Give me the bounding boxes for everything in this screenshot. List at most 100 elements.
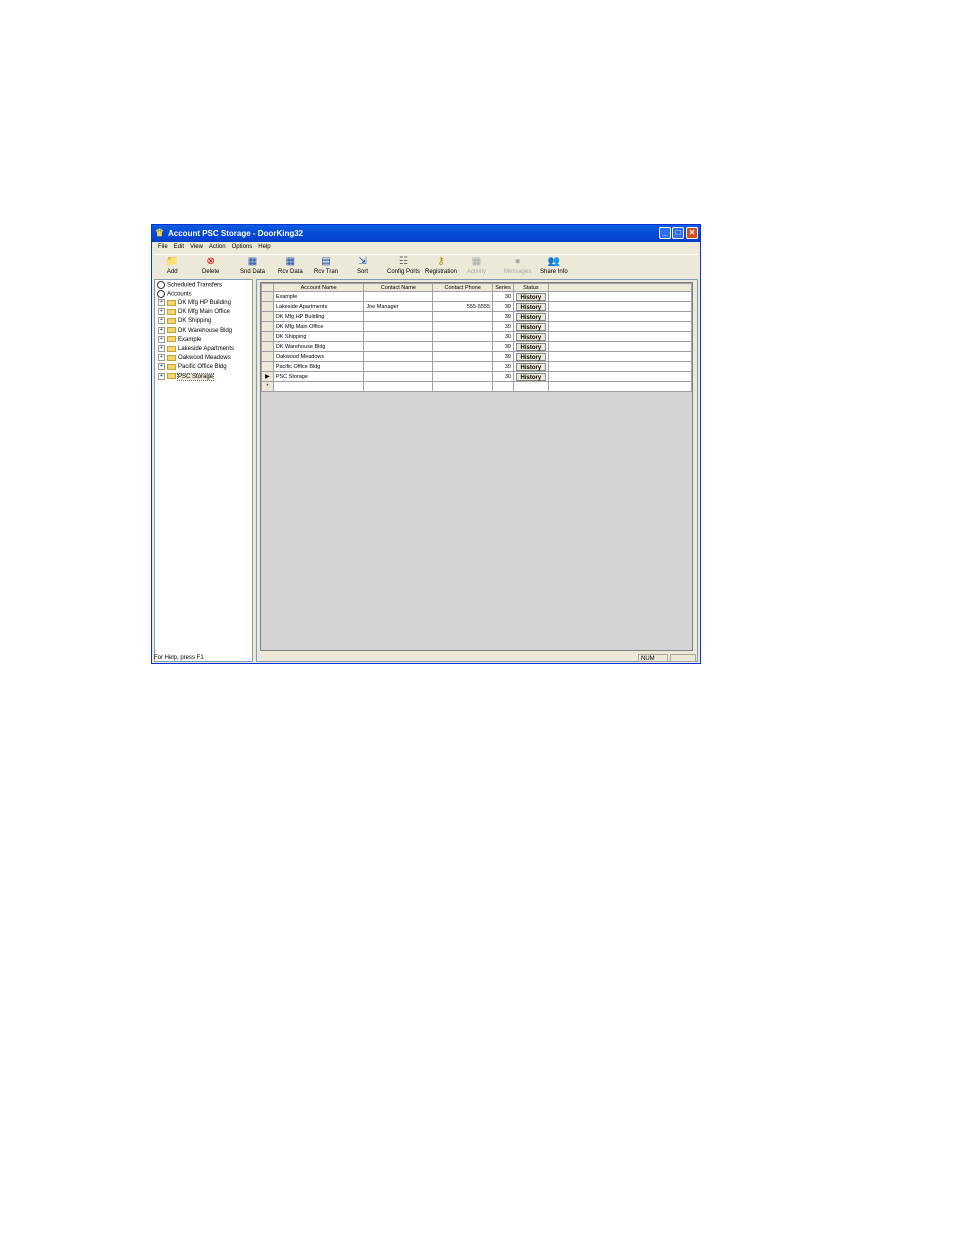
table-row[interactable]: DK Mfg Main Office 30 History xyxy=(261,321,693,332)
expand-icon[interactable]: + xyxy=(158,299,165,306)
tree-item-dk-mfg-hp-building[interactable]: + DK Mfg HP Building xyxy=(158,299,231,308)
expand-icon[interactable]: + xyxy=(158,354,165,362)
snd-data-button[interactable]: ▦ Snd Data xyxy=(240,256,265,278)
cell-contact[interactable] xyxy=(363,311,434,322)
cell-series[interactable]: 30 xyxy=(492,301,514,312)
row-selector[interactable] xyxy=(261,311,274,322)
table-row[interactable]: DK Warehouse Bldg 30 History xyxy=(261,341,693,352)
history-button[interactable]: History xyxy=(515,362,546,371)
cell-contact[interactable] xyxy=(363,371,434,382)
row-selector[interactable] xyxy=(261,291,274,302)
column-header-account-name[interactable]: Account Name xyxy=(272,283,365,292)
tree-item-oakwood-meadows[interactable]: + Oakwood Meadows xyxy=(158,354,231,363)
share-info-button[interactable]: 👥 Share Info xyxy=(540,256,568,278)
cell-contact[interactable] xyxy=(363,291,434,302)
tree-item-example[interactable]: + Example xyxy=(158,335,201,345)
cell-empty[interactable] xyxy=(547,381,693,392)
cell-series[interactable]: 30 xyxy=(492,361,514,372)
cell-contact[interactable]: Joe Manager xyxy=(363,301,434,312)
cell-contact[interactable] xyxy=(363,351,434,362)
table-row[interactable]: ▶ PSC Storage 30 History xyxy=(261,371,693,382)
maximize-button[interactable]: □ xyxy=(672,227,684,239)
tree-item-accounts[interactable]: Accounts xyxy=(157,290,192,299)
cell-empty[interactable] xyxy=(432,381,494,392)
cell-phone[interactable]: 555-5555 xyxy=(432,301,494,312)
history-button[interactable]: History xyxy=(515,332,546,341)
cell-phone[interactable] xyxy=(432,341,494,352)
cell-contact[interactable] xyxy=(363,341,434,352)
expand-icon[interactable]: + xyxy=(158,345,165,352)
cell-account[interactable]: DK Shipping xyxy=(272,331,365,342)
registration-button[interactable]: ⚷ Registration xyxy=(425,256,457,278)
table-row[interactable]: Example 30 History xyxy=(261,291,693,302)
tree-item-dk-shipping[interactable]: + DK Shipping xyxy=(158,317,211,326)
cell-account[interactable]: Oakwood Meadows xyxy=(272,351,365,362)
row-selector[interactable]: ▶ xyxy=(261,371,274,382)
menu-options[interactable]: Options xyxy=(232,244,253,250)
column-header-contact-phone[interactable]: Contact Phone xyxy=(432,283,494,292)
expand-icon[interactable]: + xyxy=(158,326,165,334)
cell-series[interactable]: 30 xyxy=(492,291,514,302)
menu-action[interactable]: Action xyxy=(209,244,226,250)
config-ports-button[interactable]: ☷ Config Ports xyxy=(387,256,420,278)
menu-view[interactable]: View xyxy=(190,244,203,250)
row-selector[interactable] xyxy=(261,331,274,342)
cell-empty[interactable] xyxy=(513,381,549,392)
minimize-button[interactable]: _ xyxy=(659,227,671,239)
history-button[interactable]: History xyxy=(515,372,546,381)
menu-edit[interactable]: Edit xyxy=(174,244,184,250)
cell-contact[interactable] xyxy=(363,361,434,372)
history-button[interactable]: History xyxy=(515,352,546,361)
cell-account[interactable]: DK Warehouse Bldg xyxy=(272,341,365,352)
expand-icon[interactable]: + xyxy=(158,308,165,316)
row-selector[interactable] xyxy=(261,301,274,312)
cell-account[interactable]: Lakeside Apartments xyxy=(272,301,365,312)
cell-account[interactable]: DK Mfg HP Building xyxy=(272,311,365,322)
cell-phone[interactable] xyxy=(432,351,494,362)
cell-account[interactable]: PSC Storage xyxy=(272,371,365,382)
history-button[interactable]: History xyxy=(515,342,546,351)
tree-item-dk-warehouse-bldg[interactable]: + DK Warehouse Bldg xyxy=(158,326,232,336)
tree-item-psc-storage[interactable]: + PSC Storage xyxy=(158,372,215,382)
cell-account[interactable]: Example xyxy=(272,291,365,302)
cell-series[interactable]: 30 xyxy=(492,321,514,332)
sort-button[interactable]: ⇲ Sort xyxy=(357,256,368,278)
row-selector[interactable] xyxy=(261,361,274,372)
row-selector[interactable]: * xyxy=(261,381,274,392)
table-row[interactable]: Lakeside Apartments Joe Manager 555-5555 30… xyxy=(261,301,693,312)
cell-series[interactable]: 30 xyxy=(492,371,514,382)
cell-phone[interactable] xyxy=(432,291,494,302)
menu-help[interactable]: Help xyxy=(258,244,270,250)
cell-phone[interactable] xyxy=(432,331,494,342)
cell-contact[interactable] xyxy=(363,331,434,342)
expand-icon[interactable]: + xyxy=(158,317,165,325)
rcv-data-button[interactable]: ▦ Rcv Data xyxy=(278,256,303,278)
cell-contact[interactable] xyxy=(363,321,434,332)
cell-phone[interactable] xyxy=(432,311,494,322)
table-row[interactable]: DK Shipping 30 History xyxy=(261,331,693,342)
cell-series[interactable]: 30 xyxy=(492,331,514,342)
history-button[interactable]: History xyxy=(515,302,546,311)
table-row[interactable]: Oakwood Meadows 30 History xyxy=(261,351,693,362)
rcv-tran-button[interactable]: ▤ Rcv Tran xyxy=(314,256,338,278)
tree-item-dk-mfg-main-office[interactable]: + DK Mfg Main Office xyxy=(158,308,230,317)
title-bar[interactable]: ♛ Account PSC Storage - DoorKing32 _ □ ✕ xyxy=(152,225,700,242)
accounts-grid[interactable]: Account Name Contact Name Contact Phone Ser… xyxy=(260,282,693,651)
table-row[interactable]: DK Mfg HP Building 30 History xyxy=(261,311,693,322)
expand-icon[interactable]: + xyxy=(158,372,165,380)
add-button[interactable]: 📁 Add xyxy=(166,256,178,278)
close-button[interactable]: ✕ xyxy=(686,227,698,239)
history-button[interactable]: History xyxy=(515,312,546,321)
table-row[interactable]: Pacific Office Bldg 30 History xyxy=(261,361,693,372)
column-header-contact-name[interactable]: Contact Name xyxy=(363,283,434,292)
column-header-status[interactable]: Status xyxy=(513,283,549,292)
cell-account[interactable]: Pacific Office Bldg xyxy=(272,361,365,372)
tree-item-scheduled-transfers[interactable]: Scheduled Transfers xyxy=(157,281,222,290)
expand-icon[interactable]: + xyxy=(158,335,165,343)
cell-phone[interactable] xyxy=(432,321,494,332)
tree-item-lakeside-apartments[interactable]: + Lakeside Apartments xyxy=(158,345,234,354)
row-selector[interactable] xyxy=(261,341,274,352)
column-header-series[interactable]: Series xyxy=(492,283,514,292)
new-row[interactable]: * xyxy=(261,381,693,392)
cell-account[interactable]: DK Mfg Main Office xyxy=(272,321,365,332)
